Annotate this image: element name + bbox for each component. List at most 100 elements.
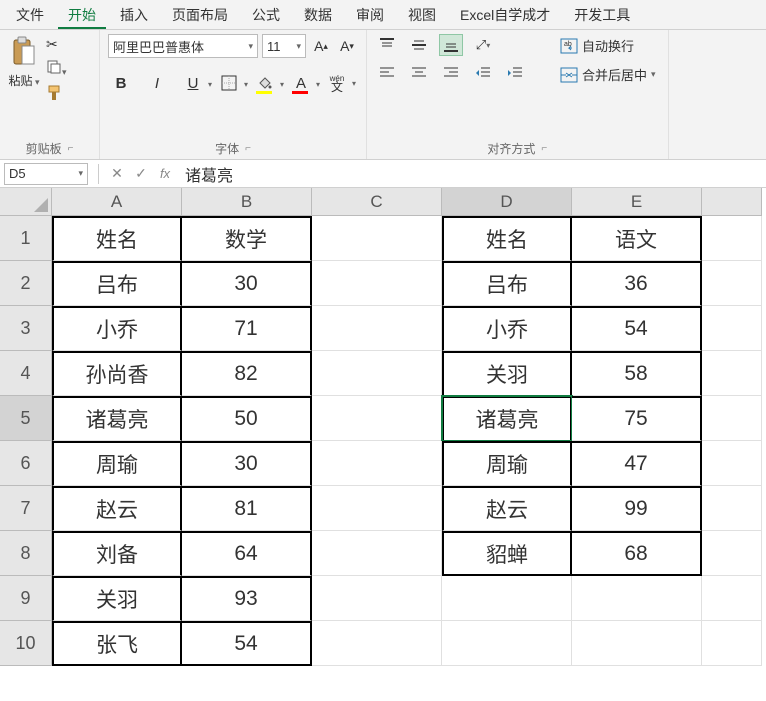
- underline-button[interactable]: U▾: [180, 70, 206, 96]
- phonetic-guide-button[interactable]: wén 文▾: [324, 70, 350, 96]
- cell[interactable]: 30: [182, 261, 312, 306]
- cell[interactable]: 82: [182, 351, 312, 396]
- cell[interactable]: [702, 531, 762, 576]
- cell[interactable]: [572, 576, 702, 621]
- cell[interactable]: [312, 216, 442, 261]
- menu-view[interactable]: 视图: [398, 1, 446, 29]
- cell[interactable]: 张飞: [52, 621, 182, 666]
- cell[interactable]: [442, 576, 572, 621]
- cell[interactable]: [312, 441, 442, 486]
- italic-button[interactable]: I: [144, 70, 170, 96]
- cell[interactable]: 71: [182, 306, 312, 351]
- row-header-3[interactable]: 3: [0, 306, 52, 351]
- align-bottom-icon[interactable]: [439, 34, 463, 56]
- cell[interactable]: 关羽: [442, 351, 572, 396]
- menu-file[interactable]: 文件: [6, 1, 54, 29]
- cell[interactable]: 赵云: [52, 486, 182, 531]
- format-painter-icon[interactable]: [46, 84, 67, 105]
- bold-button[interactable]: B: [108, 70, 134, 96]
- cell[interactable]: 刘备: [52, 531, 182, 576]
- align-center-icon[interactable]: [407, 62, 431, 84]
- cell[interactable]: [702, 306, 762, 351]
- cell[interactable]: 75: [572, 396, 702, 441]
- font-dialog-launcher[interactable]: ⌐: [245, 143, 251, 154]
- col-header-a[interactable]: A: [52, 188, 182, 216]
- cell-active[interactable]: 诸葛亮: [442, 396, 572, 441]
- wrap-text-button[interactable]: ab 自动换行: [556, 34, 660, 57]
- select-all-corner[interactable]: [0, 188, 52, 216]
- cell[interactable]: [702, 351, 762, 396]
- cell[interactable]: 吕布: [52, 261, 182, 306]
- cell[interactable]: [702, 576, 762, 621]
- cell[interactable]: 36: [572, 261, 702, 306]
- cell[interactable]: 小乔: [442, 306, 572, 351]
- cell[interactable]: 54: [572, 306, 702, 351]
- border-button[interactable]: ▾: [216, 70, 242, 96]
- cell[interactable]: [702, 441, 762, 486]
- cell[interactable]: 孙尚香: [52, 351, 182, 396]
- cell[interactable]: 赵云: [442, 486, 572, 531]
- menu-formulas[interactable]: 公式: [242, 1, 290, 29]
- cell[interactable]: [702, 261, 762, 306]
- menu-review[interactable]: 审阅: [346, 1, 394, 29]
- menu-custom[interactable]: Excel自学成才: [450, 1, 560, 29]
- col-header-d[interactable]: D: [442, 188, 572, 216]
- cell[interactable]: [702, 216, 762, 261]
- cell[interactable]: [702, 621, 762, 666]
- cell[interactable]: [312, 351, 442, 396]
- font-name-select[interactable]: 阿里巴巴普惠体▾: [108, 34, 258, 58]
- col-header-e[interactable]: E: [572, 188, 702, 216]
- menu-home[interactable]: 开始: [58, 1, 106, 29]
- paste-icon[interactable]: [8, 34, 40, 70]
- col-header-c[interactable]: C: [312, 188, 442, 216]
- cut-icon[interactable]: ✂: [46, 36, 67, 53]
- orientation-icon[interactable]: ⤢▾: [471, 34, 495, 56]
- cell[interactable]: [442, 621, 572, 666]
- cell[interactable]: 50: [182, 396, 312, 441]
- cell[interactable]: 小乔: [52, 306, 182, 351]
- row-header-7[interactable]: 7: [0, 486, 52, 531]
- cell[interactable]: 周瑜: [52, 441, 182, 486]
- cell[interactable]: 姓名: [442, 216, 572, 261]
- increase-font-icon[interactable]: A▴: [310, 35, 332, 57]
- cell[interactable]: 貂蝉: [442, 531, 572, 576]
- align-top-icon[interactable]: [375, 34, 399, 56]
- cell[interactable]: [702, 486, 762, 531]
- cell[interactable]: 81: [182, 486, 312, 531]
- cell[interactable]: 数学: [182, 216, 312, 261]
- name-box[interactable]: D5▾: [4, 163, 88, 185]
- cell[interactable]: 诸葛亮: [52, 396, 182, 441]
- merge-center-button[interactable]: 合并后居中 ▾: [556, 63, 660, 86]
- row-header-4[interactable]: 4: [0, 351, 52, 396]
- cell[interactable]: 64: [182, 531, 312, 576]
- cell[interactable]: 姓名: [52, 216, 182, 261]
- font-size-select[interactable]: 11▾: [262, 34, 306, 58]
- alignment-dialog-launcher[interactable]: ⌐: [541, 143, 547, 154]
- cell[interactable]: 语文: [572, 216, 702, 261]
- clipboard-dialog-launcher[interactable]: ⌐: [68, 143, 74, 154]
- menu-data[interactable]: 数据: [294, 1, 342, 29]
- row-header-9[interactable]: 9: [0, 576, 52, 621]
- cell[interactable]: [312, 396, 442, 441]
- fill-color-button[interactable]: ▾: [252, 70, 278, 96]
- font-color-button[interactable]: A ▾: [288, 70, 314, 96]
- col-header-b[interactable]: B: [182, 188, 312, 216]
- cell[interactable]: [312, 621, 442, 666]
- cell[interactable]: [312, 531, 442, 576]
- cell[interactable]: [312, 306, 442, 351]
- row-header-2[interactable]: 2: [0, 261, 52, 306]
- cell[interactable]: [312, 486, 442, 531]
- cell[interactable]: 93: [182, 576, 312, 621]
- cancel-formula-icon[interactable]: ✕: [105, 163, 129, 185]
- align-middle-icon[interactable]: [407, 34, 431, 56]
- cell[interactable]: [702, 396, 762, 441]
- menu-insert[interactable]: 插入: [110, 1, 158, 29]
- row-header-8[interactable]: 8: [0, 531, 52, 576]
- cell[interactable]: [312, 576, 442, 621]
- menu-page-layout[interactable]: 页面布局: [162, 1, 238, 29]
- cell[interactable]: 99: [572, 486, 702, 531]
- decrease-indent-icon[interactable]: [471, 62, 495, 84]
- cell[interactable]: 47: [572, 441, 702, 486]
- row-header-5[interactable]: 5: [0, 396, 52, 441]
- cell[interactable]: 关羽: [52, 576, 182, 621]
